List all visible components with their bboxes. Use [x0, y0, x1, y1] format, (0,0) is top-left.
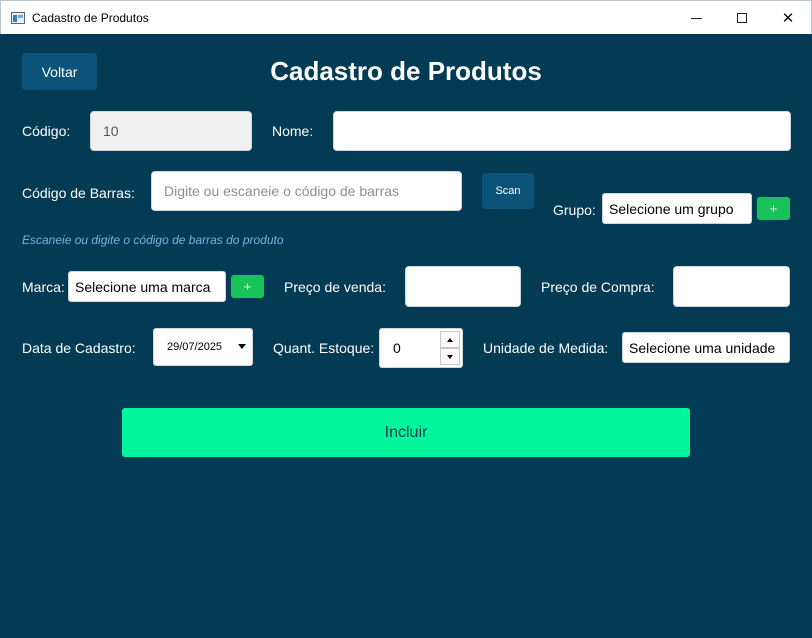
barcode-input[interactable]: Digite ou escaneie o código de barras: [151, 171, 462, 211]
form-panel: Voltar Cadastro de Produtos Código: 10 N…: [0, 34, 812, 638]
window-title: Cadastro de Produtos: [32, 11, 149, 25]
spin-buttons: [440, 331, 460, 365]
preco-compra-label: Preço de Compra:: [541, 279, 655, 295]
codigo-label: Código:: [22, 123, 71, 139]
arrow-down-icon: [447, 354, 453, 359]
data-cadastro-label: Data de Cadastro:: [22, 340, 136, 356]
minimize-button[interactable]: [673, 1, 719, 35]
quant-estoque-value: 0: [393, 340, 401, 356]
data-cadastro-input[interactable]: 29/07/2025: [153, 328, 253, 366]
quant-estoque-label: Quant. Estoque:: [273, 340, 375, 356]
close-button[interactable]: ✕: [765, 1, 811, 35]
unidade-medida-label: Unidade de Medida:: [483, 340, 609, 356]
title-bar: Cadastro de Produtos ✕: [0, 0, 812, 34]
maximize-button[interactable]: [719, 1, 765, 35]
barcode-hint: Escaneie ou digite o código de barras do…: [22, 233, 284, 247]
minimize-icon: [690, 17, 702, 19]
add-marca-button[interactable]: +: [231, 275, 264, 298]
preco-venda-input[interactable]: [405, 266, 521, 307]
maximize-icon: [737, 13, 747, 23]
dropdown-arrow-icon[interactable]: [238, 344, 246, 349]
date-value: 29/07/2025: [167, 341, 223, 353]
codigo-barras-label: Código de Barras:: [22, 185, 135, 201]
unidade-medida-select[interactable]: Selecione uma unidade: [622, 332, 790, 363]
preco-compra-input[interactable]: [673, 266, 790, 307]
page-title: Cadastro de Produtos: [270, 56, 542, 86]
grupo-label: Grupo:: [553, 202, 596, 218]
preco-venda-label: Preço de venda:: [284, 279, 386, 295]
nome-input[interactable]: [333, 111, 791, 151]
add-grupo-button[interactable]: +: [757, 197, 790, 220]
spin-up-button[interactable]: [440, 331, 460, 348]
app-icon: [11, 12, 25, 24]
incluir-button[interactable]: Incluir: [122, 408, 690, 457]
close-icon: ✕: [781, 10, 795, 27]
marca-label: Marca:: [22, 279, 65, 295]
nome-label: Nome:: [272, 123, 314, 139]
grupo-select[interactable]: Selecione um grupo: [602, 193, 752, 224]
quant-estoque-spinbox[interactable]: 0: [379, 328, 463, 368]
marca-select[interactable]: Selecione uma marca: [68, 271, 226, 302]
scan-button[interactable]: Scan: [482, 173, 534, 209]
spin-down-button[interactable]: [440, 348, 460, 365]
codigo-field: 10: [90, 111, 252, 151]
arrow-up-icon: [447, 337, 453, 342]
